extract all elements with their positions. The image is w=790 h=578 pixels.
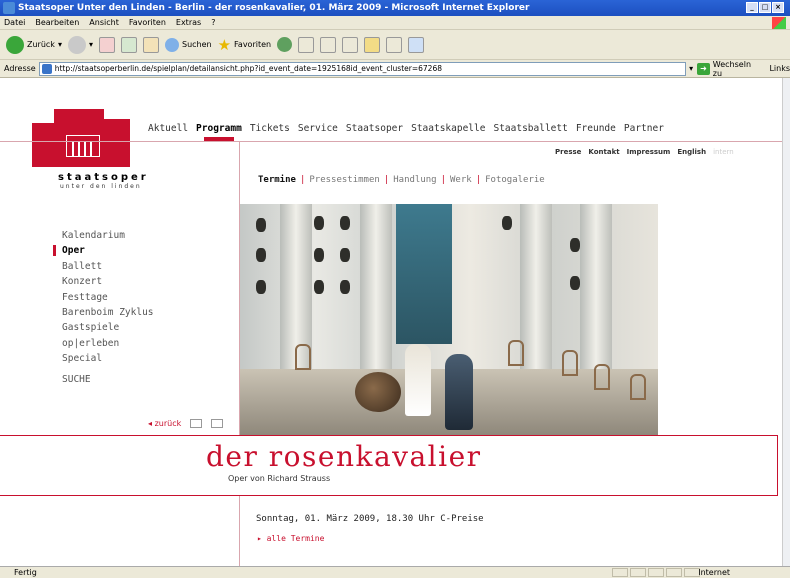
maximize-button[interactable]: □ xyxy=(759,2,771,13)
nav-operleben[interactable]: op|erleben xyxy=(62,336,154,351)
edit-icon[interactable] xyxy=(342,36,359,53)
page-icon xyxy=(41,63,52,74)
nav-staatsoper[interactable]: Staatsoper xyxy=(346,123,403,134)
nav-special[interactable]: Special xyxy=(62,351,154,366)
browser-toolbar: Zurück ▾ ▾ Suchen ★ Favoriten xyxy=(0,30,790,60)
links-button[interactable]: Links xyxy=(769,64,790,73)
print-icon[interactable] xyxy=(320,36,337,53)
nav-festtage[interactable]: Festtage xyxy=(62,290,154,305)
back-tools: ◂ zurück xyxy=(148,419,224,428)
all-dates-link[interactable]: ▸ alle Termine xyxy=(257,534,324,543)
opera-subtitle: Oper von Richard Strauss xyxy=(228,474,331,483)
section-nav: Kalendarium Oper Ballett Konzert Festtag… xyxy=(53,228,154,367)
search-button[interactable]: Suchen xyxy=(164,34,212,56)
menu-bearbeiten[interactable]: Bearbeiten xyxy=(35,18,79,27)
nav-staatsballett[interactable]: Staatsballett xyxy=(493,123,567,134)
util-kontakt[interactable]: Kontakt xyxy=(588,148,619,156)
util-english[interactable]: English xyxy=(677,148,706,156)
back-arrow-icon xyxy=(6,35,24,54)
util-intern[interactable]: intern xyxy=(713,148,734,156)
address-label: Adresse xyxy=(4,64,36,73)
favorites-button[interactable]: ★ Favoriten xyxy=(218,34,272,56)
address-input[interactable]: http://staatsoperberlin.de/spielplan/det… xyxy=(38,61,687,76)
nav-tickets[interactable]: Tickets xyxy=(250,123,290,134)
nav-staatskapelle[interactable]: Staatskapelle xyxy=(411,123,485,134)
wordmark: staatsoper xyxy=(58,172,149,183)
nav-barenboim-zyklus[interactable]: Barenboim Zyklus xyxy=(62,305,154,320)
forward-arrow-icon xyxy=(67,35,86,54)
minimize-button[interactable]: _ xyxy=(746,2,758,13)
nav-oper[interactable]: Oper xyxy=(53,243,154,258)
back-link[interactable]: ◂ zurück xyxy=(148,419,181,428)
status-bar: Fertig Internet xyxy=(0,566,790,578)
media-icon[interactable] xyxy=(408,36,425,53)
go-arrow-icon: ➜ xyxy=(697,62,710,75)
search-link[interactable]: SUCHE xyxy=(62,374,91,385)
windows-logo-icon xyxy=(772,17,786,29)
home-icon[interactable] xyxy=(142,36,159,53)
utility-nav: Presse Kontakt Impressum English intern xyxy=(555,148,734,156)
close-button[interactable]: × xyxy=(772,2,784,13)
address-dropdown-icon[interactable]: ▾ xyxy=(689,64,693,73)
util-impressum[interactable]: Impressum xyxy=(627,148,671,156)
stop-icon[interactable] xyxy=(98,36,115,53)
nav-service[interactable]: Service xyxy=(298,123,338,134)
tab-werk[interactable]: Werk xyxy=(450,175,472,185)
forward-button[interactable]: ▾ xyxy=(67,34,93,56)
history-icon[interactable] xyxy=(277,37,293,52)
tab-pressestimmen[interactable]: Pressestimmen xyxy=(309,175,379,185)
divider xyxy=(0,141,782,142)
go-button[interactable]: ➜ Wechseln zu xyxy=(697,60,761,78)
internet-zone: Internet xyxy=(698,568,730,577)
search-icon xyxy=(164,37,179,52)
nav-programm[interactable]: Programm xyxy=(196,123,242,141)
window-title: Staatsoper Unter den Linden - Berlin - d… xyxy=(18,3,530,13)
menu-bar: Datei Bearbeiten Ansicht Favoriten Extra… xyxy=(0,16,790,30)
staatsoper-logo[interactable] xyxy=(32,109,130,167)
nav-partner[interactable]: Partner xyxy=(624,123,664,134)
menu-favoriten[interactable]: Favoriten xyxy=(129,18,166,27)
address-bar: Adresse http://staatsoperberlin.de/spiel… xyxy=(0,60,790,78)
status-panes xyxy=(612,568,700,577)
menu-help[interactable]: ? xyxy=(211,18,215,27)
nav-konzert[interactable]: Konzert xyxy=(62,274,154,289)
opera-title: der rosenkavalier xyxy=(206,440,482,473)
web-page: staatsoper unter den linden Aktuell Prog… xyxy=(0,78,782,566)
opera-house-icon xyxy=(66,135,100,157)
performance-date: Sonntag, 01. März 2009, 18.30 Uhr C-Prei… xyxy=(256,514,484,524)
mail-icon[interactable] xyxy=(298,36,315,53)
nav-kalendarium[interactable]: Kalendarium xyxy=(62,228,154,243)
back-button[interactable]: Zurück ▾ xyxy=(6,34,62,56)
folder-icon[interactable] xyxy=(364,36,381,53)
menu-ansicht[interactable]: Ansicht xyxy=(89,18,119,27)
nav-gastspiele[interactable]: Gastspiele xyxy=(62,320,154,335)
tab-handlung[interactable]: Handlung xyxy=(393,175,436,185)
wordmark-subtitle: unter den linden xyxy=(60,183,142,190)
print-icon[interactable] xyxy=(190,419,203,428)
tab-termine[interactable]: Termine xyxy=(258,175,296,185)
util-presse[interactable]: Presse xyxy=(555,148,581,156)
main-nav: Aktuell Programm Tickets Service Staatso… xyxy=(148,123,664,141)
ie-icon xyxy=(3,2,15,14)
menu-datei[interactable]: Datei xyxy=(4,18,25,27)
url-text: http://staatsoperberlin.de/spielplan/det… xyxy=(54,64,442,73)
messenger-icon[interactable] xyxy=(386,36,403,53)
window-titlebar: Staatsoper Unter den Linden - Berlin - d… xyxy=(0,0,790,16)
mail-icon[interactable] xyxy=(211,419,224,428)
production-photo xyxy=(240,204,658,436)
menu-extras[interactable]: Extras xyxy=(176,18,201,27)
tab-fotogalerie[interactable]: Fotogalerie xyxy=(485,175,545,185)
window-controls: _ □ × xyxy=(746,2,784,13)
refresh-icon[interactable] xyxy=(120,36,137,53)
vertical-scrollbar[interactable] xyxy=(782,78,790,566)
detail-tabs: Termine | Pressestimmen | Handlung | Wer… xyxy=(258,175,545,185)
star-icon: ★ xyxy=(217,35,232,54)
nav-freunde[interactable]: Freunde xyxy=(576,123,616,134)
nav-aktuell[interactable]: Aktuell xyxy=(148,123,188,134)
nav-ballett[interactable]: Ballett xyxy=(62,259,154,274)
status-text: Fertig xyxy=(14,568,37,577)
